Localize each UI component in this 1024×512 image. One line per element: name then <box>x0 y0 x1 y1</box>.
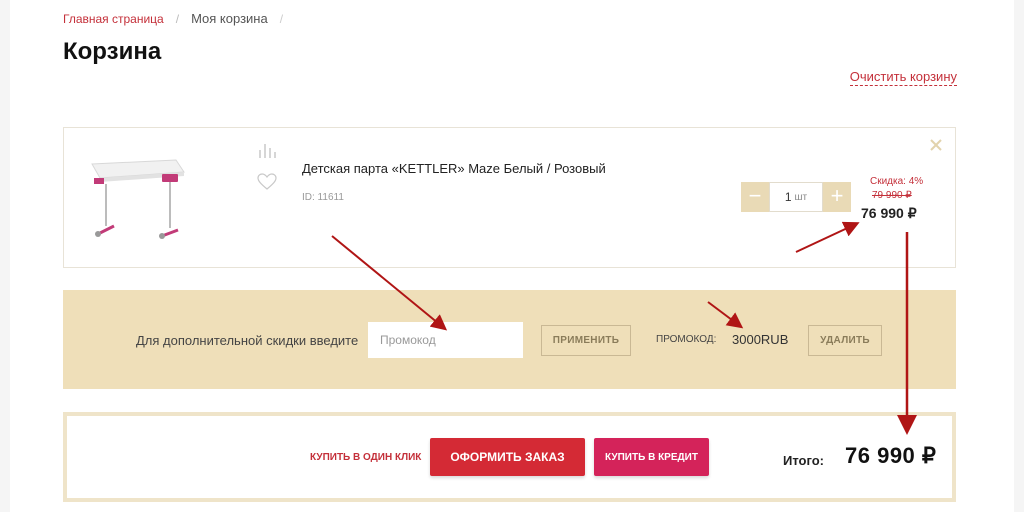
promo-code-input[interactable] <box>368 322 523 358</box>
promo-code-value: 3000RUB <box>732 332 789 347</box>
apply-promo-button[interactable]: ПРИМЕНИТЬ <box>541 325 631 356</box>
delete-promo-button[interactable]: УДАЛИТЬ <box>808 325 882 356</box>
breadcrumb: Главная страница / Моя корзина / <box>63 11 283 26</box>
total-value: 76 990 ₽ <box>845 443 937 468</box>
heart-icon[interactable] <box>257 173 277 191</box>
minus-icon[interactable]: − <box>741 182 769 212</box>
clear-cart-link[interactable]: Очистить корзину <box>849 69 957 86</box>
cart-item: Детская парта «KETTLER» Maze Белый / Роз… <box>63 127 956 268</box>
discount-label: Скидка: 4% <box>870 176 924 187</box>
item-price: 76 990 ₽ <box>861 205 917 221</box>
quantity-unit: шт <box>794 191 808 203</box>
one-click-buy-link[interactable]: КУПИТЬ В ОДИН КЛИК <box>310 452 421 463</box>
breadcrumb-separator: / <box>175 11 180 26</box>
checkout-section: КУПИТЬ В ОДИН КЛИК ОФОРМИТЬ ЗАКАЗ КУПИТЬ… <box>63 412 956 502</box>
quantity-input[interactable]: 1 шт <box>769 182 823 212</box>
page-title: Корзина <box>63 38 162 65</box>
product-image[interactable] <box>84 146 188 250</box>
promo-section: Для дополнительной скидки введите ПРИМЕН… <box>63 290 956 389</box>
buy-on-credit-button[interactable]: КУПИТЬ В КРЕДИТ <box>594 438 709 476</box>
promo-code-label: ПРОМОКОД: <box>656 334 717 345</box>
breadcrumb-home-link[interactable]: Главная страница <box>63 12 164 26</box>
promo-label: Для дополнительной скидки введите <box>136 333 359 348</box>
breadcrumb-separator: / <box>279 11 284 26</box>
quantity-stepper: − 1 шт + <box>741 182 851 212</box>
breadcrumb-current: Моя корзина <box>191 11 268 26</box>
old-price: 79 990 ₽ <box>872 190 912 201</box>
place-order-button[interactable]: ОФОРМИТЬ ЗАКАЗ <box>430 438 585 476</box>
product-name-link[interactable]: Детская парта «KETTLER» Maze Белый / Роз… <box>302 161 606 176</box>
plus-icon[interactable]: + <box>823 182 851 212</box>
total-label: Итого: <box>783 453 824 468</box>
cart-page: Главная страница / Моя корзина / Корзина… <box>10 0 1014 512</box>
close-icon[interactable] <box>929 138 943 152</box>
product-id: ID: 11611 <box>302 192 344 203</box>
compare-icon[interactable] <box>258 142 276 158</box>
quantity-value: 1 <box>784 190 792 204</box>
